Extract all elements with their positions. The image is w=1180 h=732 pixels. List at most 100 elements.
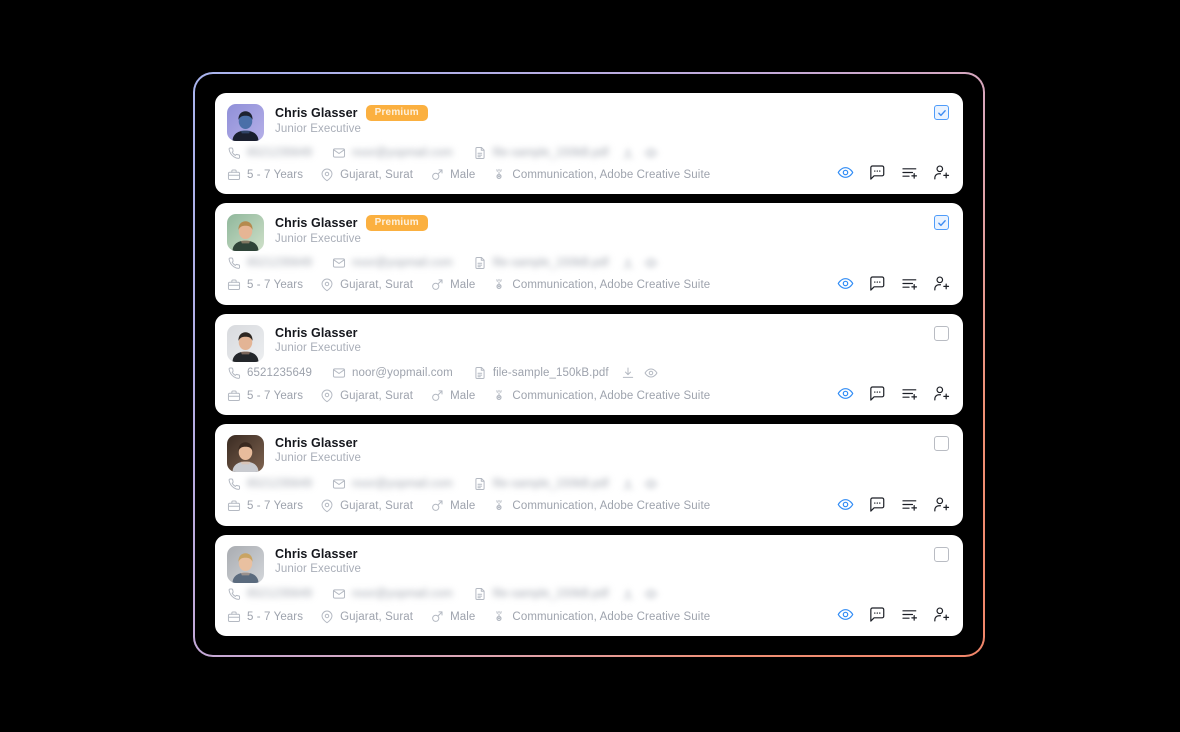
gender-value: Male	[450, 610, 476, 623]
resume-field[interactable]: file-sample_150kB.pdf	[473, 587, 609, 601]
resume-field[interactable]: file-sample_150kB.pdf	[473, 366, 609, 380]
download-icon[interactable]	[621, 146, 635, 160]
candidate-identity: Chris Glasser Junior Executive	[275, 435, 361, 464]
resume-field[interactable]: file-sample_150kB.pdf	[473, 477, 609, 491]
add-user-icon[interactable]	[933, 164, 950, 181]
phone-field[interactable]: 6521235649	[227, 366, 312, 380]
preview-eye-icon[interactable]	[644, 366, 658, 380]
email-value: noor@yopmail.com	[351, 588, 453, 601]
candidate-card[interactable]: Chris Glasser Premium Junior Executive 6…	[215, 93, 963, 195]
gender-value: Male	[450, 500, 476, 513]
gender-male-icon	[430, 610, 444, 624]
comment-icon[interactable]	[869, 606, 886, 623]
resume-actions	[621, 477, 658, 491]
email-field[interactable]: noor@yopmail.com	[332, 256, 453, 270]
experience-field: 5 - 7 Years	[227, 278, 303, 292]
card-actions	[837, 385, 950, 402]
location-pin-icon	[320, 610, 334, 624]
preview-eye-icon[interactable]	[644, 146, 658, 160]
comment-icon[interactable]	[869, 275, 886, 292]
preview-eye-icon[interactable]	[644, 256, 658, 270]
download-icon[interactable]	[621, 366, 635, 380]
select-checkbox[interactable]	[934, 215, 949, 231]
location-value: Gujarat, Surat	[340, 500, 414, 513]
download-icon[interactable]	[621, 256, 635, 270]
skills-icon	[492, 278, 506, 292]
candidate-name[interactable]: Chris Glasser	[275, 326, 358, 340]
phone-field[interactable]: 6521235649	[227, 587, 312, 601]
email-field[interactable]: noor@yopmail.com	[332, 587, 453, 601]
candidate-name[interactable]: Chris Glasser	[275, 216, 358, 230]
contact-row: 6521235649 noor@yopmail.com file-sample_…	[227, 362, 949, 385]
view-icon[interactable]	[837, 496, 854, 513]
gender-male-icon	[430, 389, 444, 403]
card-actions	[837, 275, 950, 292]
add-user-icon[interactable]	[933, 606, 950, 623]
gender-value: Male	[450, 389, 476, 402]
location-value: Gujarat, Surat	[340, 279, 414, 292]
view-icon[interactable]	[837, 164, 854, 181]
email-field[interactable]: noor@yopmail.com	[332, 366, 453, 380]
email-value: noor@yopmail.com	[351, 146, 453, 159]
add-to-list-icon[interactable]	[901, 606, 918, 623]
phone-icon	[227, 587, 241, 601]
view-icon[interactable]	[837, 606, 854, 623]
briefcase-icon	[227, 168, 241, 182]
download-icon[interactable]	[621, 587, 635, 601]
avatar	[227, 435, 264, 473]
add-user-icon[interactable]	[933, 385, 950, 402]
comment-icon[interactable]	[869, 385, 886, 402]
select-checkbox[interactable]	[934, 546, 949, 562]
resume-actions	[621, 256, 658, 270]
experience-value: 5 - 7 Years	[247, 279, 304, 292]
view-icon[interactable]	[837, 275, 854, 292]
candidate-identity: Chris Glasser Junior Executive	[275, 325, 361, 354]
email-field[interactable]: noor@yopmail.com	[332, 146, 453, 160]
candidate-card[interactable]: Chris Glasser Junior Executive 652123564…	[215, 313, 963, 416]
add-user-icon[interactable]	[933, 496, 950, 513]
select-checkbox[interactable]	[934, 105, 949, 120]
candidate-name[interactable]: Chris Glasser	[275, 106, 358, 120]
phone-field[interactable]: 6521235649	[227, 256, 312, 270]
phone-icon	[227, 256, 241, 270]
comment-icon[interactable]	[869, 164, 886, 181]
premium-badge: Premium	[365, 105, 428, 121]
skills-value: Communication, Adobe Creative Suite	[512, 279, 711, 292]
add-to-list-icon[interactable]	[901, 164, 918, 181]
candidate-card[interactable]: Chris Glasser Junior Executive 652123564…	[215, 424, 963, 526]
add-to-list-icon[interactable]	[901, 385, 918, 402]
add-to-list-icon[interactable]	[901, 275, 918, 292]
phone-field[interactable]: 6521235649	[227, 146, 312, 160]
phone-value: 6521235649	[247, 146, 312, 159]
candidate-identity: Chris Glasser Premium Junior Executive	[275, 214, 428, 245]
contact-row: 6521235649 noor@yopmail.com file-sample_…	[227, 472, 949, 495]
comment-icon[interactable]	[869, 496, 886, 513]
select-checkbox[interactable]	[934, 436, 949, 452]
view-icon[interactable]	[837, 385, 854, 402]
candidate-name[interactable]: Chris Glasser	[275, 547, 358, 561]
email-field[interactable]: noor@yopmail.com	[332, 477, 453, 491]
preview-eye-icon[interactable]	[644, 477, 658, 491]
add-user-icon[interactable]	[933, 275, 950, 292]
location-pin-icon	[320, 278, 334, 292]
candidate-card[interactable]: Chris Glasser Junior Executive 652123564…	[215, 534, 963, 637]
resume-field[interactable]: file-sample_150kB.pdf	[473, 146, 609, 160]
phone-icon	[227, 366, 241, 380]
candidate-card[interactable]: Chris Glasser Premium Junior Executive 6…	[215, 203, 963, 305]
file-icon	[473, 256, 487, 270]
select-checkbox[interactable]	[934, 325, 949, 341]
download-icon[interactable]	[621, 477, 635, 491]
mail-icon	[332, 256, 346, 270]
avatar	[227, 104, 264, 141]
phone-field[interactable]: 6521235649	[227, 477, 312, 491]
preview-eye-icon[interactable]	[644, 587, 658, 601]
resume-field[interactable]: file-sample_150kB.pdf	[473, 256, 609, 270]
phone-value: 6521235649	[247, 256, 312, 269]
experience-value: 5 - 7 Years	[247, 389, 304, 402]
experience-field: 5 - 7 Years	[227, 610, 303, 624]
gender-field: Male	[430, 389, 475, 403]
candidate-name[interactable]: Chris Glasser	[275, 436, 358, 450]
experience-field: 5 - 7 Years	[227, 168, 303, 182]
location-field: Gujarat, Surat	[320, 168, 413, 182]
add-to-list-icon[interactable]	[901, 496, 918, 513]
